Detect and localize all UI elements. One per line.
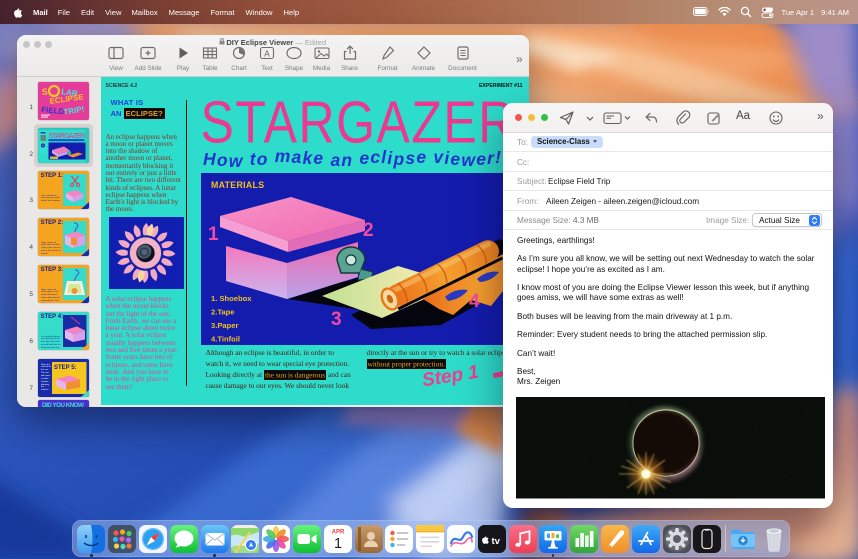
svg-text:S: S [41,86,48,97]
svg-text:2.Tape: 2.Tape [211,308,235,317]
svg-text:3: 3 [331,309,342,330]
svg-text:4.Tinfoil: 4.Tinfoil [211,335,240,344]
svg-text:1. Shoebox: 1. Shoebox [211,294,252,303]
svg-text:tv: tv [491,536,500,547]
svg-text:A: A [264,48,270,58]
svg-text:TRIP!: TRIP! [63,104,85,116]
svg-text:DID YOU KNOW: DID YOU KNOW [42,402,84,408]
svg-text:How to make an eclipse viewer!: How to make an eclipse viewer! [203,146,501,171]
svg-text:STEP 5:: STEP 5: [54,365,77,371]
svg-text:2: 2 [363,220,374,241]
svg-text:STARGAZER: STARGAZER [49,131,86,140]
svg-text:ECLIPSE: ECLIPSE [49,92,85,106]
svg-text:APR: APR [331,529,344,535]
svg-text:4: 4 [469,291,480,312]
svg-text:3.Paper: 3.Paper [211,321,238,330]
svg-text:1: 1 [208,224,219,245]
svg-text:MATERIALS: MATERIALS [211,180,264,190]
svg-text:1: 1 [334,536,342,552]
